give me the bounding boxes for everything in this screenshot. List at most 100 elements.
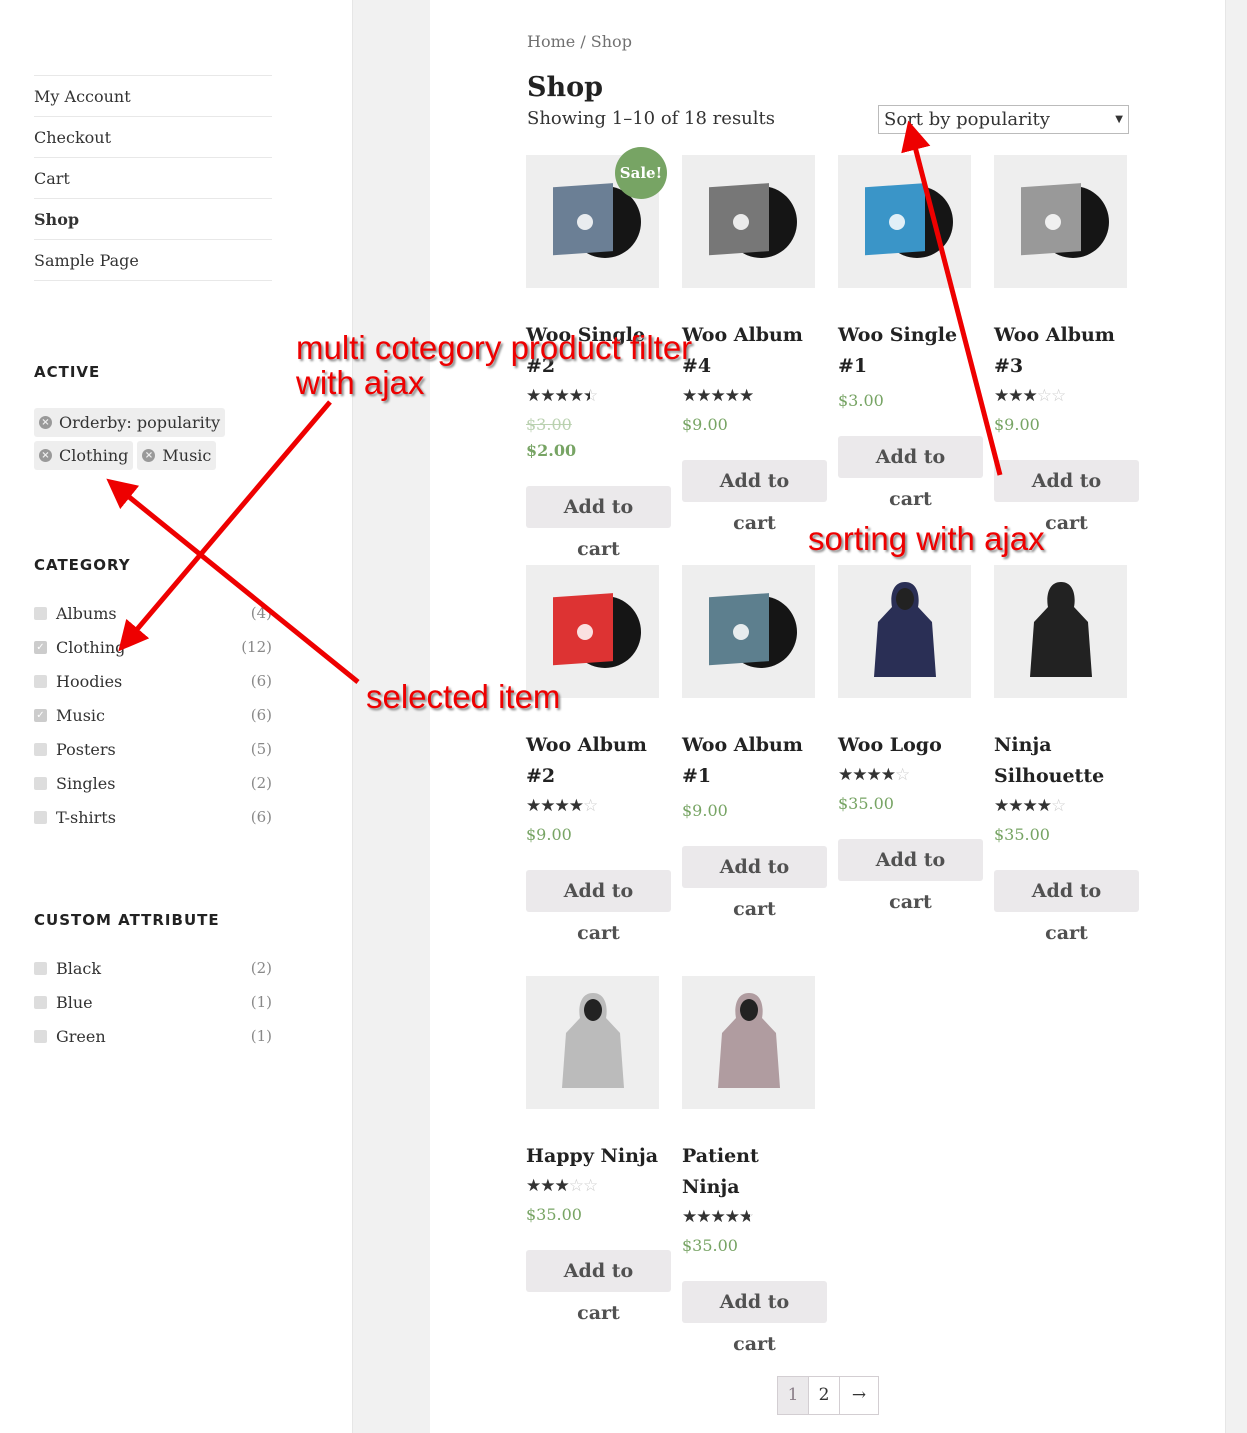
- product-title[interactable]: Woo Album #1: [682, 730, 817, 792]
- checkbox[interactable]: [34, 995, 47, 1009]
- add-to-cart-button[interactable]: Add to cart: [682, 846, 827, 920]
- category-music[interactable]: ✓ Music (6): [34, 698, 272, 732]
- product-title[interactable]: Ninja Silhouette: [994, 730, 1129, 792]
- active-filter-clothing[interactable]: × Clothing: [34, 441, 134, 470]
- checkbox[interactable]: [34, 606, 47, 620]
- checkbox[interactable]: [34, 1029, 47, 1043]
- active-filter-orderby[interactable]: × Orderby: popularity: [34, 408, 226, 437]
- add-to-cart-button[interactable]: Add to cart: [838, 436, 983, 510]
- hoodie-icon: [873, 581, 936, 677]
- add-to-cart-button[interactable]: Add to cart: [994, 460, 1139, 534]
- active-filters-title: ACTIVE: [34, 363, 101, 381]
- annotation-selected: selected item: [366, 678, 561, 715]
- product-title[interactable]: Woo Single #1: [838, 320, 973, 382]
- hoodie-icon: [1029, 581, 1092, 677]
- attribute-blue[interactable]: Blue (1): [34, 985, 272, 1019]
- active-filter-music[interactable]: × Music: [137, 441, 217, 470]
- product-image[interactable]: [838, 155, 971, 288]
- add-to-cart-button[interactable]: Add to cart: [526, 1250, 671, 1324]
- attribute-count: (1): [250, 1027, 272, 1045]
- product-price: $35.00: [994, 822, 1144, 848]
- product-card: Woo Album #4 ☆☆☆☆☆ ★★★★★ $9.00 Add to cart: [682, 155, 832, 534]
- attribute-label: Black: [56, 958, 102, 978]
- price-value: $9.00: [682, 801, 728, 820]
- product-title[interactable]: Woo Album #4: [682, 320, 817, 382]
- category-clothing[interactable]: ✓ Clothing (12): [34, 630, 272, 664]
- add-to-cart-button[interactable]: Add to cart: [682, 460, 827, 534]
- page-2[interactable]: 2: [809, 1377, 840, 1414]
- menu-checkout[interactable]: Checkout: [34, 117, 272, 158]
- product-price: $35.00: [526, 1202, 676, 1228]
- product-price: $9.00: [526, 822, 676, 848]
- sort-value: Sort by popularity: [884, 109, 1050, 130]
- checkbox[interactable]: [34, 674, 47, 688]
- category-count: (6): [250, 706, 272, 724]
- star-rating: ☆☆☆☆☆★★★★★: [994, 386, 1066, 406]
- checkbox[interactable]: [34, 961, 47, 975]
- checkbox[interactable]: [34, 776, 47, 790]
- product-image[interactable]: [682, 155, 815, 288]
- add-to-cart-button[interactable]: Add to cart: [526, 870, 671, 944]
- attribute-count: (2): [250, 959, 272, 977]
- add-to-cart-button[interactable]: Add to cart: [994, 870, 1139, 944]
- checkbox[interactable]: [34, 810, 47, 824]
- checkbox[interactable]: ✓: [34, 640, 47, 654]
- category-title: CATEGORY: [34, 556, 131, 574]
- add-to-cart-button[interactable]: Add to cart: [526, 486, 671, 560]
- product-title[interactable]: Happy Ninja: [526, 1141, 661, 1172]
- category-posters[interactable]: Posters (5): [34, 732, 272, 766]
- menu-cart[interactable]: Cart: [34, 158, 272, 199]
- add-to-cart-button[interactable]: Add to cart: [682, 1281, 827, 1355]
- sort-select[interactable]: Sort by popularity ▼: [878, 105, 1129, 134]
- result-count: Showing 1–10 of 18 results: [527, 108, 776, 129]
- attribute-green[interactable]: Green (1): [34, 1019, 272, 1053]
- menu-shop[interactable]: Shop: [34, 199, 272, 240]
- product-image[interactable]: Sale!: [526, 147, 667, 288]
- category-t-shirts[interactable]: T-shirts (6): [34, 800, 272, 834]
- product-card: Patient Ninja ☆☆☆☆☆ ★★★★★ $35.00 Add to cart: [682, 976, 832, 1355]
- menu-sample-page[interactable]: Sample Page: [34, 240, 272, 281]
- category-count: (2): [250, 774, 272, 792]
- product-image[interactable]: [838, 565, 971, 698]
- remove-icon: ×: [142, 449, 156, 462]
- product-title[interactable]: Woo Logo: [838, 730, 973, 761]
- checkbox[interactable]: ✓: [34, 708, 47, 722]
- category-albums[interactable]: Albums (4): [34, 596, 272, 630]
- product-image[interactable]: [682, 976, 815, 1109]
- category-singles[interactable]: Singles (2): [34, 766, 272, 800]
- price-value: $35.00: [838, 794, 894, 813]
- category-label: Hoodies: [56, 671, 123, 691]
- category-list: Albums (4) ✓ Clothing (12) Hoodies (6) ✓ Music (6…: [34, 596, 272, 834]
- product-price: $35.00: [682, 1233, 832, 1259]
- add-to-cart-button[interactable]: Add to cart: [838, 839, 983, 913]
- star-rating: ☆☆☆☆☆★★★★★: [682, 1207, 754, 1227]
- product-image[interactable]: [526, 976, 659, 1109]
- checkbox[interactable]: [34, 742, 47, 756]
- product-image[interactable]: [994, 155, 1127, 288]
- next-page-arrow-icon[interactable]: →: [840, 1377, 878, 1414]
- product-title[interactable]: Woo Album #2: [526, 730, 661, 792]
- product-image[interactable]: [682, 565, 815, 698]
- product-price: $3.00 $2.00: [526, 412, 676, 464]
- category-hoodies[interactable]: Hoodies (6): [34, 664, 272, 698]
- product-price: $9.00: [682, 412, 832, 438]
- product-title[interactable]: Patient Ninja: [682, 1141, 817, 1203]
- product-title[interactable]: Woo Album #3: [994, 320, 1129, 382]
- price-value: $3.00: [838, 391, 884, 410]
- star-rating: ☆☆☆☆☆★★★★★: [682, 386, 754, 406]
- product-image[interactable]: [994, 565, 1127, 698]
- annotation-multi-filter: multi cotegory product filter with ajax: [296, 330, 692, 400]
- old-price: $3.00: [526, 415, 572, 434]
- attribute-label: Blue: [56, 992, 93, 1012]
- page-1[interactable]: 1: [778, 1377, 809, 1414]
- product-card: Happy Ninja ☆☆☆☆☆★★★★★ $35.00 Add to cart: [526, 976, 676, 1324]
- product-card: Woo Album #1 $9.00 Add to cart: [682, 565, 832, 920]
- category-count: (6): [250, 808, 272, 826]
- product-card: Woo Single #1 $3.00 Add to cart: [838, 155, 988, 510]
- star-rating: ☆☆☆☆☆★★★★★: [526, 1176, 598, 1196]
- product-price: $9.00: [682, 798, 832, 824]
- album-cover-icon: [864, 182, 953, 258]
- menu-my-account[interactable]: My Account: [34, 76, 272, 117]
- dropdown-arrow-icon: ▼: [1115, 114, 1123, 125]
- attribute-black[interactable]: Black (2): [34, 951, 272, 985]
